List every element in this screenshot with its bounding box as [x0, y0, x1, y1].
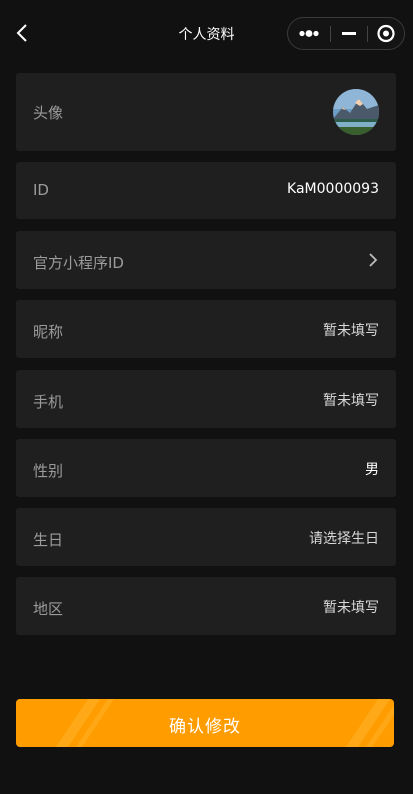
phone-label: 手机: [33, 393, 64, 411]
region-row[interactable]: 地区 暂未填写: [16, 577, 396, 635]
miniprogram-id-row[interactable]: 官方小程序ID: [16, 231, 396, 289]
gender-value: 男: [365, 462, 379, 478]
birthday-label: 生日: [33, 531, 64, 549]
phone-value: 暂未填写: [323, 393, 379, 409]
minimize-button[interactable]: [331, 18, 367, 49]
close-circle-icon: [377, 24, 395, 43]
close-button[interactable]: [368, 18, 404, 49]
minimize-icon: [342, 32, 356, 35]
id-value: KaM0000093: [287, 181, 379, 197]
avatar[interactable]: [333, 89, 379, 135]
birthday-value: 请选择生日: [309, 531, 379, 547]
nickname-value: 暂未填写: [323, 323, 379, 339]
gender-label: 性别: [33, 462, 64, 480]
chevron-right-icon: [369, 253, 378, 267]
confirm-button[interactable]: 确认修改: [16, 699, 394, 747]
avatar-label: 头像: [33, 104, 64, 122]
navigation-bar: 个人资料: [0, 0, 413, 66]
nickname-row[interactable]: 昵称 暂未填写: [16, 300, 396, 358]
region-value: 暂未填写: [323, 600, 379, 616]
phone-row[interactable]: 手机 暂未填写: [16, 370, 396, 428]
confirm-button-label: 确认修改: [169, 717, 241, 737]
avatar-row[interactable]: 头像: [16, 73, 396, 151]
mini-program-capsule: [287, 17, 405, 50]
id-label: ID: [33, 181, 49, 199]
nickname-label: 昵称: [33, 323, 64, 341]
gender-row[interactable]: 性别 男: [16, 439, 396, 497]
avatar-image: [333, 89, 379, 135]
birthday-row[interactable]: 生日 请选择生日: [16, 508, 396, 566]
miniprogram-id-label: 官方小程序ID: [33, 254, 124, 272]
more-dots-icon: [299, 30, 319, 37]
more-button[interactable]: [288, 18, 330, 49]
id-row: ID KaM0000093: [16, 162, 396, 219]
region-label: 地区: [33, 600, 64, 618]
